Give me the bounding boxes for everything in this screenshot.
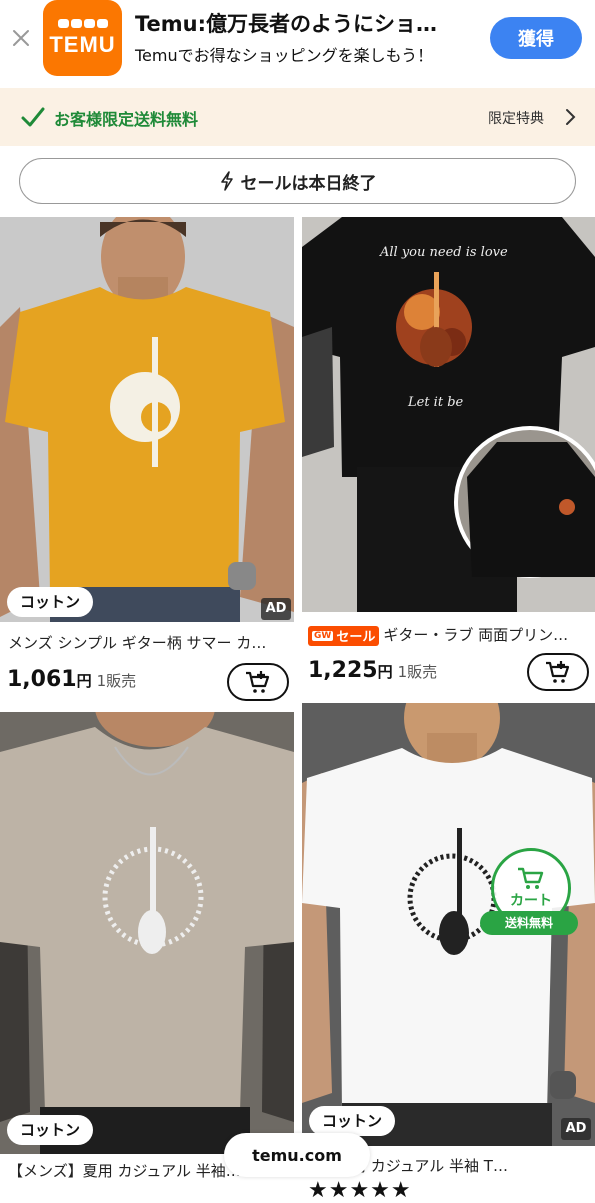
product-card-2[interactable]: All you need is love Let it be GW セール ギタ… bbox=[302, 217, 595, 702]
add-cart-icon bbox=[546, 661, 570, 683]
logo-text: TEMU bbox=[49, 31, 116, 57]
price-row: 1,061 円 1販売 bbox=[7, 667, 136, 692]
ad-badge: AD bbox=[261, 598, 291, 620]
price-row: 1,225 円 1販売 bbox=[308, 658, 437, 683]
chevron-right-icon bbox=[566, 109, 576, 125]
domain-address-pill[interactable]: temu.com bbox=[224, 1133, 370, 1177]
gw-badge: GW bbox=[312, 630, 334, 641]
lightning-icon bbox=[220, 171, 233, 191]
free-shipping-pill: 送料無料 bbox=[480, 911, 578, 935]
product-card-1[interactable]: コットン AD メンズ シンプル ギター柄 サマー カ… 1,061 円 1販売 bbox=[0, 217, 294, 702]
sold-count: 1販売 bbox=[397, 663, 438, 681]
cotton-badge: コットン bbox=[7, 587, 94, 617]
currency: 円 bbox=[76, 672, 92, 690]
product-title-text: ギター・ラブ 両面プリン… bbox=[383, 626, 569, 644]
cart-icon bbox=[518, 867, 544, 889]
product-title[interactable]: 【メンズ】夏用 カジュアル 半袖… bbox=[8, 1160, 258, 1181]
product-image[interactable]: コットン bbox=[0, 712, 294, 1154]
sale-ends-text: セールは本日終了 bbox=[240, 173, 377, 194]
sale-label-text: セール bbox=[336, 630, 376, 645]
grey-tshirt-photo bbox=[0, 712, 294, 1154]
product-card-4[interactable]: コットン AD …】夏用 カジュアル 半袖 T… bbox=[302, 703, 595, 1200]
ad-badge: AD bbox=[561, 1118, 591, 1140]
product-image[interactable]: コットン AD bbox=[0, 217, 294, 622]
currency: 円 bbox=[377, 663, 393, 681]
get-app-button[interactable]: 獲得 bbox=[490, 17, 582, 59]
limited-perk-link[interactable]: 限定特典 bbox=[488, 108, 544, 128]
banner-title: Temu:億万長者のようにショ… bbox=[135, 12, 438, 36]
free-shipping-text: お客様限定送料無料 bbox=[54, 110, 199, 129]
add-cart-icon bbox=[246, 671, 270, 693]
product-image[interactable]: All you need is love Let it be bbox=[302, 217, 595, 612]
free-shipping-bar[interactable]: お客様限定送料無料 限定特典 bbox=[0, 88, 595, 146]
price: 1,061 bbox=[7, 667, 77, 692]
price: 1,225 bbox=[308, 658, 378, 683]
sale-label: GW セール bbox=[308, 625, 380, 646]
black-tshirt-photo bbox=[302, 217, 595, 612]
cotton-badge: コットン bbox=[309, 1106, 396, 1136]
rating-stars: ★★★★★ bbox=[308, 1178, 412, 1203]
logo-icons bbox=[57, 18, 108, 28]
cart-label: カート bbox=[510, 893, 552, 909]
product-title[interactable]: GW セール ギター・ラブ 両面プリン… bbox=[308, 624, 590, 646]
print-text-top: All you need is love bbox=[380, 245, 508, 260]
app-install-banner: TEMU Temu:億万長者のようにショ… Temuでお得なショッピングを楽しも… bbox=[0, 0, 595, 88]
add-to-cart-button[interactable] bbox=[227, 663, 289, 701]
checkmark-icon bbox=[21, 107, 45, 127]
banner-subtitle: Temuでお得なショッピングを楽しもう！ bbox=[135, 46, 434, 65]
yellow-tshirt-photo bbox=[0, 217, 294, 622]
sold-count: 1販売 bbox=[96, 672, 137, 690]
sale-ends-today-banner[interactable]: セールは本日終了 bbox=[19, 158, 576, 204]
product-title[interactable]: メンズ シンプル ギター柄 サマー カ… bbox=[8, 632, 288, 653]
print-text-bottom: Let it be bbox=[408, 395, 464, 410]
close-icon[interactable] bbox=[9, 26, 33, 50]
add-to-cart-button[interactable] bbox=[527, 653, 589, 691]
temu-logo: TEMU bbox=[43, 0, 122, 76]
product-card-3[interactable]: コットン 【メンズ】夏用 カジュアル 半袖… bbox=[0, 712, 294, 1200]
cotton-badge: コットン bbox=[7, 1115, 94, 1145]
